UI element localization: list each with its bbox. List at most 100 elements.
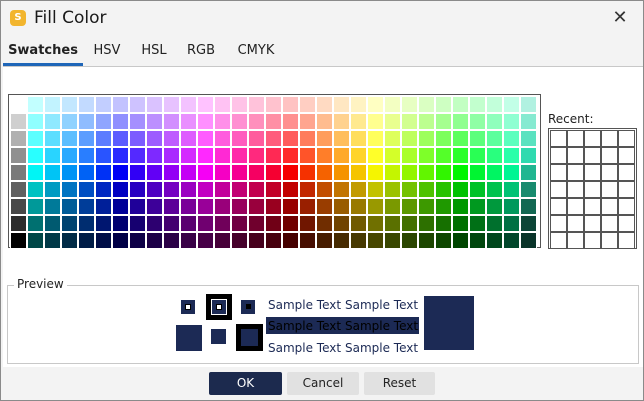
swatch-cell[interactable] — [231, 232, 248, 249]
swatch-cell[interactable] — [231, 198, 248, 215]
swatch-cell[interactable] — [435, 198, 452, 215]
swatch-cell[interactable] — [299, 232, 316, 249]
swatch-cell[interactable] — [520, 181, 537, 198]
swatch-cell[interactable] — [180, 96, 197, 113]
recent-color-cell[interactable] — [567, 198, 584, 215]
swatch-cell[interactable] — [248, 130, 265, 147]
swatch-cell[interactable] — [418, 164, 435, 181]
swatch-cell[interactable] — [503, 147, 520, 164]
swatch-cell[interactable] — [418, 215, 435, 232]
swatch-cell[interactable] — [486, 164, 503, 181]
tab-rgb[interactable]: RGB — [181, 39, 221, 66]
swatch-cell[interactable] — [333, 198, 350, 215]
swatch-cell[interactable] — [44, 113, 61, 130]
swatch-cell[interactable] — [44, 181, 61, 198]
swatch-cell[interactable] — [520, 215, 537, 232]
swatch-cell[interactable] — [316, 96, 333, 113]
swatch-cell[interactable] — [333, 147, 350, 164]
swatch-cell[interactable] — [112, 215, 129, 232]
swatch-cell[interactable] — [384, 130, 401, 147]
swatch-cell[interactable] — [384, 113, 401, 130]
swatch-cell[interactable] — [214, 181, 231, 198]
swatch-cell[interactable] — [367, 215, 384, 232]
swatch-cell[interactable] — [44, 232, 61, 249]
swatch-cell[interactable] — [95, 181, 112, 198]
swatch-cell[interactable] — [146, 198, 163, 215]
swatch-cell[interactable] — [469, 232, 486, 249]
swatch-cell[interactable] — [180, 164, 197, 181]
swatch-cell[interactable] — [27, 130, 44, 147]
swatch-cell[interactable] — [299, 198, 316, 215]
recent-color-cell[interactable] — [567, 147, 584, 164]
swatch-cell[interactable] — [78, 147, 95, 164]
swatch-cell[interactable] — [503, 130, 520, 147]
swatch-cell[interactable] — [95, 130, 112, 147]
swatch-cell[interactable] — [401, 198, 418, 215]
swatch-cell[interactable] — [248, 215, 265, 232]
swatch-cell[interactable] — [452, 113, 469, 130]
swatch-cell[interactable] — [418, 232, 435, 249]
swatch-cell[interactable] — [163, 232, 180, 249]
swatch-cell[interactable] — [486, 130, 503, 147]
swatch-cell[interactable] — [27, 181, 44, 198]
cancel-button[interactable]: Cancel — [287, 372, 359, 395]
swatch-cell[interactable] — [435, 232, 452, 249]
recent-color-cell[interactable] — [618, 181, 635, 198]
swatch-cell[interactable] — [299, 113, 316, 130]
swatch-cell[interactable] — [163, 181, 180, 198]
swatch-cell[interactable] — [10, 198, 27, 215]
swatch-cell[interactable] — [520, 147, 537, 164]
swatch-cell[interactable] — [197, 113, 214, 130]
swatch-cell[interactable] — [197, 181, 214, 198]
swatch-cell[interactable] — [146, 232, 163, 249]
swatch-cell[interactable] — [10, 113, 27, 130]
swatch-cell[interactable] — [78, 198, 95, 215]
swatch-cell[interactable] — [231, 215, 248, 232]
swatch-cell[interactable] — [520, 96, 537, 113]
ok-button[interactable]: OK — [209, 372, 282, 395]
swatch-cell[interactable] — [248, 113, 265, 130]
recent-color-cell[interactable] — [584, 130, 601, 147]
swatch-cell[interactable] — [333, 215, 350, 232]
swatch-cell[interactable] — [282, 164, 299, 181]
swatch-cell[interactable] — [503, 181, 520, 198]
recent-color-cell[interactable] — [550, 181, 567, 198]
recent-color-cell[interactable] — [601, 181, 618, 198]
swatch-cell[interactable] — [486, 113, 503, 130]
swatch-cell[interactable] — [503, 96, 520, 113]
swatch-cell[interactable] — [384, 232, 401, 249]
swatch-cell[interactable] — [333, 232, 350, 249]
swatch-cell[interactable] — [129, 181, 146, 198]
swatch-cell[interactable] — [78, 181, 95, 198]
recent-color-cell[interactable] — [618, 232, 635, 249]
recent-color-cell[interactable] — [550, 215, 567, 232]
tab-hsl[interactable]: HSL — [134, 39, 174, 66]
swatch-cell[interactable] — [231, 164, 248, 181]
recent-color-cell[interactable] — [601, 198, 618, 215]
swatch-cell[interactable] — [299, 130, 316, 147]
swatch-cell[interactable] — [469, 147, 486, 164]
recent-color-cell[interactable] — [567, 215, 584, 232]
swatch-cell[interactable] — [282, 130, 299, 147]
swatch-cell[interactable] — [10, 232, 27, 249]
swatch-cell[interactable] — [384, 181, 401, 198]
swatch-cell[interactable] — [418, 181, 435, 198]
recent-color-cell[interactable] — [601, 215, 618, 232]
swatch-cell[interactable] — [129, 113, 146, 130]
tab-hsv[interactable]: HSV — [87, 39, 127, 66]
swatch-cell[interactable] — [78, 113, 95, 130]
swatch-cell[interactable] — [10, 130, 27, 147]
swatch-cell[interactable] — [214, 232, 231, 249]
swatch-cell[interactable] — [78, 232, 95, 249]
swatch-cell[interactable] — [61, 181, 78, 198]
swatch-cell[interactable] — [112, 96, 129, 113]
swatch-cell[interactable] — [435, 130, 452, 147]
swatch-cell[interactable] — [248, 96, 265, 113]
recent-color-cell[interactable] — [584, 164, 601, 181]
swatch-cell[interactable] — [129, 198, 146, 215]
swatch-cell[interactable] — [112, 181, 129, 198]
swatch-cell[interactable] — [503, 113, 520, 130]
recent-color-cell[interactable] — [550, 164, 567, 181]
swatch-cell[interactable] — [316, 232, 333, 249]
swatch-cell[interactable] — [265, 198, 282, 215]
